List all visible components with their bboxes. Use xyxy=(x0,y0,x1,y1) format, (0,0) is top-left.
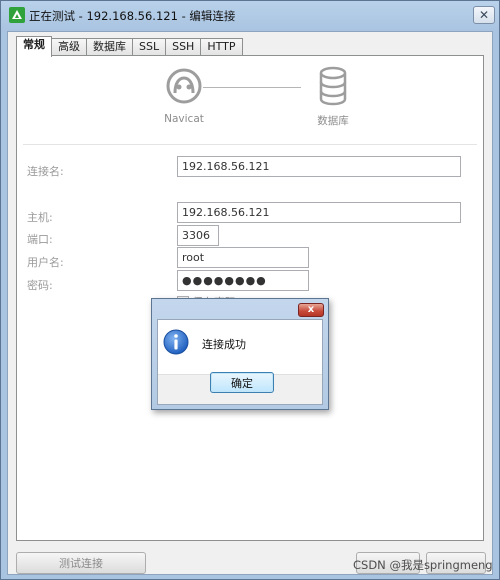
host-input[interactable]: 192.168.56.121 xyxy=(177,202,461,223)
connection-name-input[interactable]: 192.168.56.121 xyxy=(177,156,461,177)
edit-connection-window: 正在测试 - 192.168.56.121 - 编辑连接 ✕ 常规 高级 数据库… xyxy=(0,0,500,580)
password-input[interactable]: ●●●●●●●● xyxy=(177,270,309,291)
port-input[interactable]: 3306 xyxy=(177,225,219,246)
dialog-message: 连接成功 xyxy=(202,338,246,351)
connection-line xyxy=(203,87,301,88)
window-close-button[interactable]: ✕ xyxy=(473,6,495,24)
tab-ssh[interactable]: SSH xyxy=(165,38,202,56)
database-graphic-group: 数据库 xyxy=(293,66,373,128)
navicat-logo-icon xyxy=(166,68,202,104)
close-icon: ✕ xyxy=(478,8,490,22)
tab-advanced[interactable]: 高级 xyxy=(51,38,87,56)
username-input[interactable]: root xyxy=(177,247,309,268)
connection-success-dialog: x 连接成功 确定 xyxy=(151,298,329,410)
csdn-watermark: CSDN @我是springmeng xyxy=(353,558,493,572)
dialog-close-button[interactable]: x xyxy=(298,303,324,317)
database-icon xyxy=(319,66,347,106)
host-label: 主机: xyxy=(27,211,53,224)
title-bar[interactable]: 正在测试 - 192.168.56.121 - 编辑连接 ✕ xyxy=(1,1,499,29)
close-icon: x xyxy=(307,304,315,315)
password-label: 密码: xyxy=(27,279,53,292)
navicat-app-icon xyxy=(9,7,25,23)
dialog-ok-button[interactable]: 确定 xyxy=(210,372,274,393)
window-title: 正在测试 - 192.168.56.121 - 编辑连接 xyxy=(29,9,236,23)
tab-general[interactable]: 常规 xyxy=(16,36,52,57)
tab-strip: 常规 高级 数据库 SSL SSH HTTP xyxy=(16,36,243,57)
navicat-logo-group: Navicat xyxy=(139,66,229,125)
header-divider xyxy=(23,144,477,145)
info-icon xyxy=(163,329,189,355)
database-caption: 数据库 xyxy=(317,115,349,127)
port-label: 端口: xyxy=(27,233,53,246)
tab-http[interactable]: HTTP xyxy=(200,38,243,56)
navicat-caption: Navicat xyxy=(164,113,204,125)
username-label: 用户名: xyxy=(27,256,64,269)
dialog-body: 连接成功 确定 xyxy=(157,319,323,405)
tab-databases[interactable]: 数据库 xyxy=(86,38,133,56)
connection-name-label: 连接名: xyxy=(27,165,64,178)
test-connection-button[interactable]: 测试连接 xyxy=(16,552,146,574)
tab-ssl[interactable]: SSL xyxy=(132,38,167,56)
